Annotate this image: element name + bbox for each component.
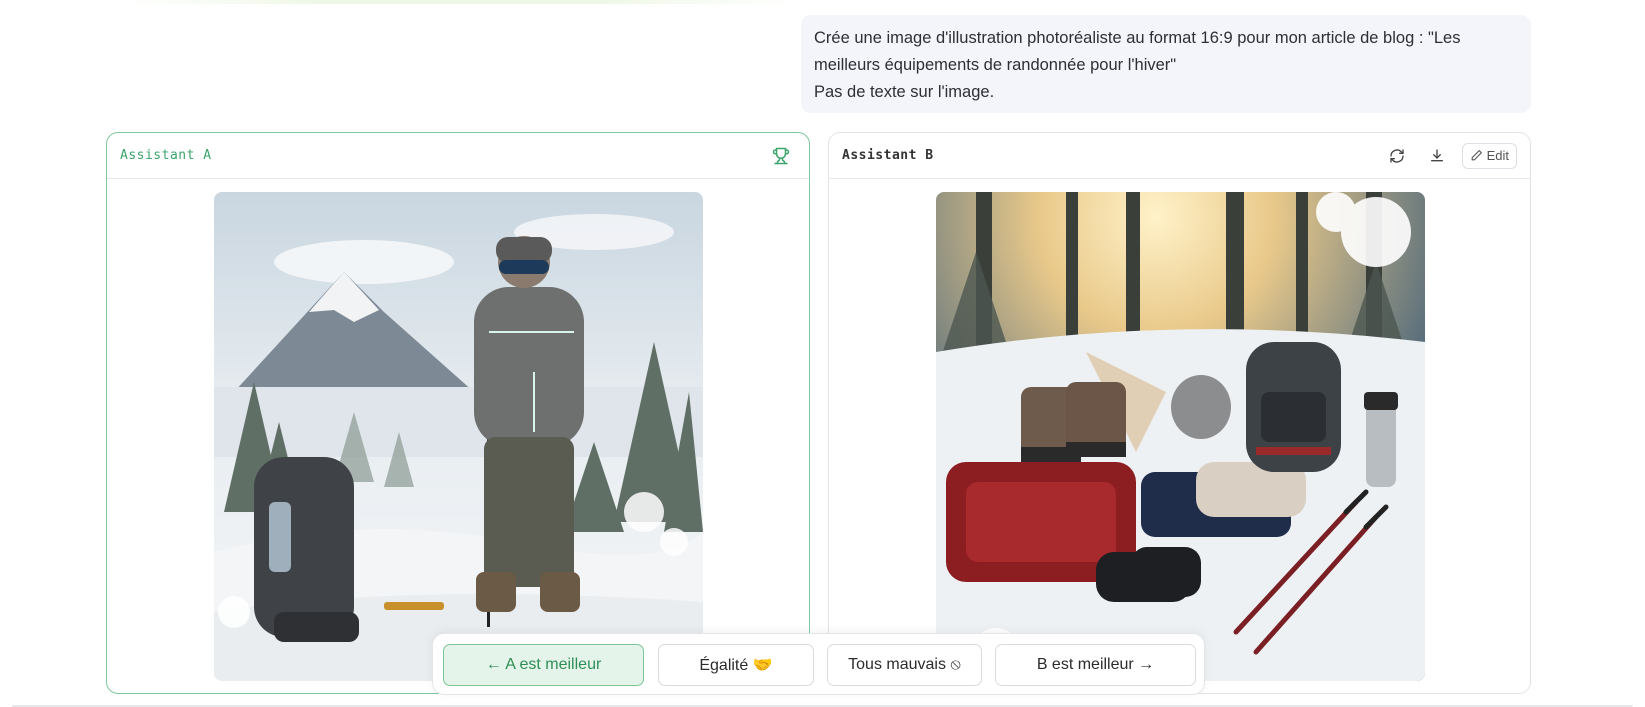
trophy-icon	[766, 142, 796, 170]
prompt-line-3: Pas de texte sur l'image.	[814, 83, 995, 101]
tie-button[interactable]: Égalité 🤝	[658, 644, 814, 686]
assistant-b-panel: Assistant B Edit	[828, 132, 1531, 694]
pencil-icon	[1471, 150, 1482, 161]
assistant-b-header: Assistant B Edit	[829, 133, 1530, 179]
a-better-button[interactable]: ← A est meilleur	[443, 644, 644, 686]
assistant-b-title: Assistant B	[842, 148, 934, 163]
prompt-line-2: meilleurs équipements de randonnée pour …	[814, 56, 1177, 74]
edit-button-label: Edit	[1486, 148, 1509, 163]
b-better-button[interactable]: B est meilleur →	[995, 644, 1196, 686]
download-icon[interactable]	[1422, 142, 1452, 170]
vote-bar: ← A est meilleur Égalité 🤝 Tous mauvais …	[432, 633, 1205, 695]
edit-button[interactable]: Edit	[1461, 142, 1517, 169]
assistant-a-header: Assistant A	[107, 133, 809, 179]
assistant-b-image[interactable]	[936, 192, 1425, 681]
prompt-line-1: Crée une image d'illustration photoréali…	[814, 29, 1461, 47]
assistant-a-title: Assistant A	[120, 148, 212, 163]
assistant-b-actions: Edit	[1382, 142, 1517, 170]
all-bad-button[interactable]: Tous mauvais ⦸	[827, 644, 982, 686]
assistant-a-image[interactable]	[214, 192, 703, 681]
user-prompt-bubble: Crée une image d'illustration photoréali…	[801, 15, 1531, 113]
top-divider	[120, 0, 800, 4]
refresh-icon[interactable]	[1382, 142, 1412, 170]
arena-page: Crée une image d'illustration photoréali…	[0, 0, 1645, 707]
assistant-a-panel: Assistant A	[106, 132, 810, 694]
